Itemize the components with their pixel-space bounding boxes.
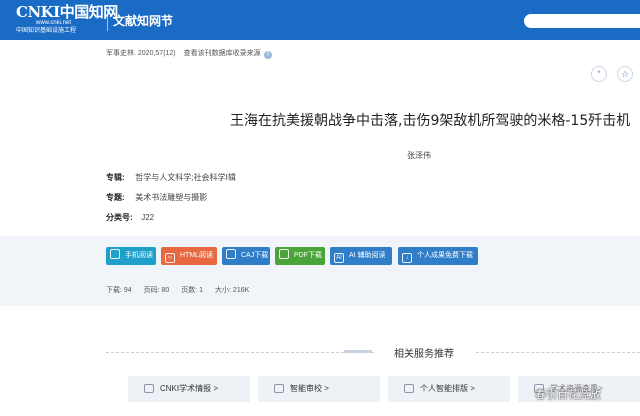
button-label: AI 辅助阅读 — [349, 252, 386, 259]
service-cnki-intel[interactable]: CNKI学术情报 > — [128, 376, 250, 402]
favorite-icon[interactable]: ☆ — [617, 66, 633, 82]
quote-icon[interactable]: “ — [591, 66, 607, 82]
section-marker — [344, 350, 372, 353]
meta-zhuanji: 专辑: 哲学与人文科学;社会科学Ⅰ辑 — [106, 172, 236, 183]
article-title: 王海在抗美援朝战争中击落,击伤9架敌机所驾驶的米格-15歼击机 — [230, 113, 631, 129]
meta-fenlei: 分类号: J22 — [106, 212, 154, 223]
proofread-icon — [274, 384, 284, 393]
meta-value: 美术书法雕塑与摄影 — [135, 193, 208, 202]
site-header: CNKI中国知网 www.cnki.net 中国知识基础设施工程 文献知网节 — [0, 0, 640, 40]
download-icon: ↓ — [402, 253, 412, 263]
phone-icon — [110, 249, 120, 259]
meta-value: J22 — [141, 213, 155, 222]
personal-download-button[interactable]: ↓ 个人成果免费下载 — [398, 247, 478, 265]
meta-zhuanti: 专题: 美术书法雕塑与摄影 — [106, 192, 207, 203]
caj-download-button[interactable]: CAJ下载 — [222, 247, 270, 265]
page-count: 页数: 1 — [181, 287, 204, 294]
pdf-download-button[interactable]: PDF下载 — [275, 247, 325, 265]
recommend-title: 相关服务推荐 — [394, 349, 454, 360]
divider-left — [106, 352, 374, 353]
button-label: 个人成果免费下载 — [417, 252, 473, 259]
service-label: 智能审校 > — [290, 384, 329, 393]
journal-issue: . 2020,57(12) — [134, 50, 176, 57]
code-icon: ‹› — [165, 253, 175, 263]
service-typeset[interactable]: 个人智能排版 > — [388, 376, 510, 402]
page-number: 页码: 80 — [143, 287, 170, 294]
header-divider — [107, 9, 108, 31]
html-read-button[interactable]: ‹› HTML阅读 — [161, 247, 217, 265]
stats-row: 下载: 94 页码: 80 页数: 1 大小: 216K — [106, 285, 259, 295]
button-label: HTML阅读 — [180, 252, 214, 259]
service-label: 个人智能排版 > — [420, 384, 475, 393]
ai-icon: AI — [334, 253, 344, 263]
watermark: 春引百花竞放 — [535, 389, 601, 401]
typeset-icon — [404, 384, 414, 393]
meta-label: 分类号: — [106, 213, 133, 222]
site-title: 文献知网节 — [113, 14, 174, 28]
button-label: 手机阅读 — [125, 252, 153, 259]
pdf-icon — [279, 249, 289, 259]
meta-label: 专题: — [106, 193, 125, 202]
button-label: CAJ下载 — [241, 252, 269, 259]
download-count: 下载: 94 — [106, 287, 132, 294]
info-icon[interactable]: ? — [263, 51, 272, 59]
journal-name-link[interactable]: 军事史林 — [106, 50, 134, 57]
catalog-source-link[interactable]: 查看该刊数据库收录来源 — [184, 50, 261, 57]
divider-right — [476, 352, 640, 353]
service-proofread[interactable]: 智能审校 > — [258, 376, 380, 402]
journal-source: 军事史林. 2020,57(12) 查看该刊数据库收录来源? — [106, 48, 272, 59]
ai-read-button[interactable]: AI AI 辅助阅读 — [330, 247, 392, 265]
logo-tagline: 中国知识基础设施工程 — [16, 28, 77, 34]
book-icon — [226, 249, 236, 259]
meta-label: 专辑: — [106, 173, 125, 182]
author-link[interactable]: 张泽伟 — [407, 150, 431, 161]
logo-url: www.cnki.net — [36, 20, 72, 26]
service-label: CNKI学术情报 > — [160, 384, 219, 393]
meta-value: 哲学与人文科学;社会科学Ⅰ辑 — [135, 173, 236, 182]
mobile-read-button[interactable]: 手机阅读 — [106, 247, 156, 265]
intel-icon — [144, 384, 154, 393]
cnki-logo[interactable]: CNKI中国知网 www.cnki.net 中国知识基础设施工程 — [16, 3, 118, 36]
logo-wordmark: CNKI中国知网 — [16, 3, 118, 21]
file-size: 大小: 216K — [215, 287, 250, 294]
button-label: PDF下载 — [294, 252, 322, 259]
search-input[interactable] — [524, 14, 640, 28]
